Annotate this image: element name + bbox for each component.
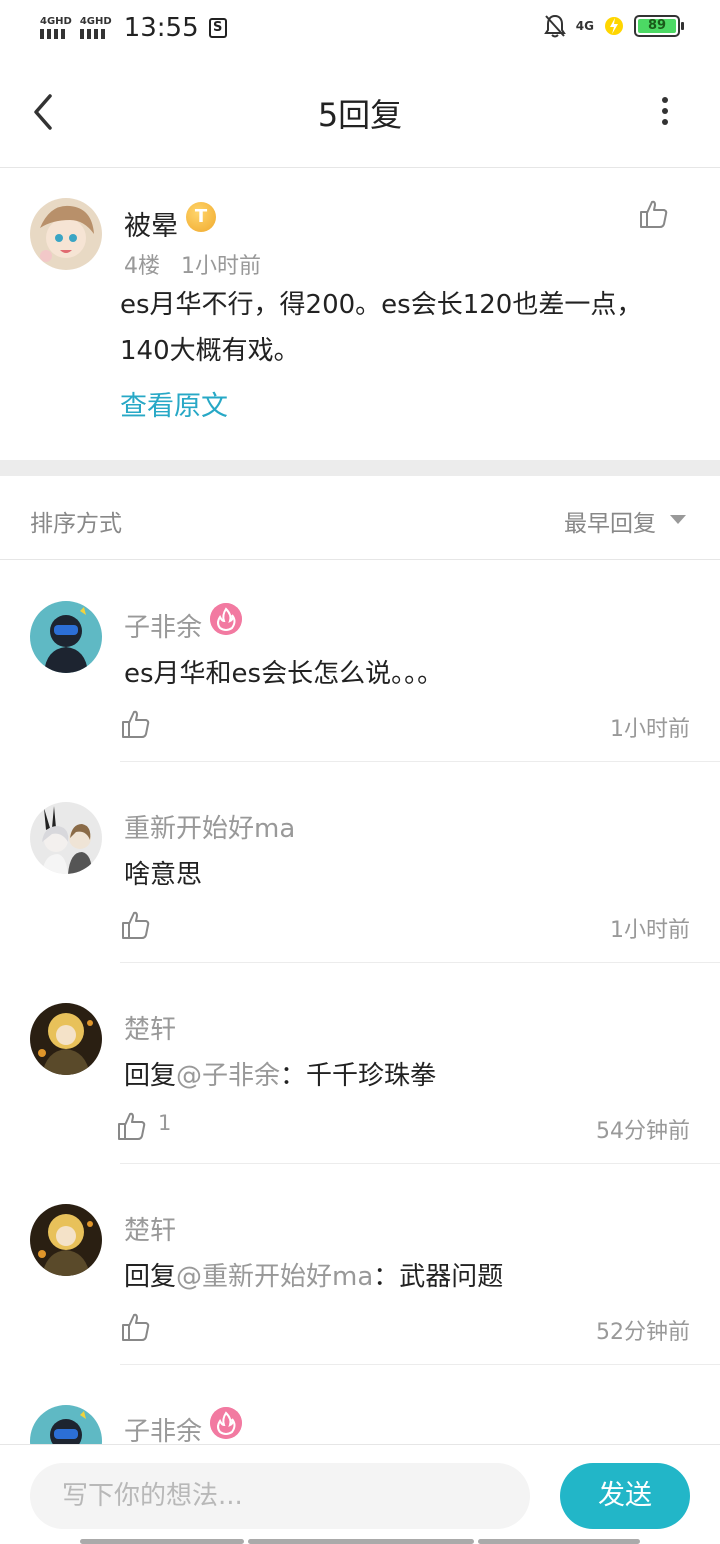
more-options-icon[interactable] [650, 96, 680, 126]
reply-author-name[interactable]: 楚轩 [124, 1009, 176, 1046]
battery-icon: 89 [634, 15, 684, 37]
post-author-name[interactable]: 被晕 [124, 204, 178, 243]
reply-author-name[interactable]: 重新开始好ma [124, 808, 295, 845]
mention-link[interactable]: @子非余 [176, 1061, 280, 1091]
charging-icon [605, 17, 623, 35]
reply-author-name[interactable]: 子非余 [124, 607, 202, 644]
network-type: 4G [575, 19, 594, 33]
post-content: es月华不行，得200。es会长120也差一点，140大概有戏。 [120, 290, 643, 366]
post-floor: 4楼 [124, 254, 160, 279]
reply-item: 楚轩 回复@重新开始好ma：武器问题 52分钟前 [0, 1164, 720, 1365]
thumbs-up-icon[interactable] [120, 1312, 152, 1342]
main-post: 被晕 T 4楼 1小时前 es月华不行，得200。es会长120也差一点，140… [0, 168, 720, 460]
reply-time: 54分钟前 [596, 1119, 690, 1144]
section-divider [0, 460, 720, 476]
reply-item: 重新开始好ma 啥意思 1小时前 [0, 762, 720, 963]
reply-prefix: 回复 [124, 1262, 177, 1292]
reply-time: 52分钟前 [596, 1320, 690, 1345]
reply-content: es月华和es会长怎么说。。。 [124, 659, 444, 689]
thumbs-up-icon[interactable] [638, 198, 670, 230]
reply-author-name[interactable]: 子非余 [124, 1411, 202, 1444]
reply-body: ：武器问题 [373, 1262, 504, 1292]
page-title: 5回复 [317, 96, 403, 134]
reply-author-name[interactable]: 楚轩 [124, 1210, 176, 1247]
reply-item: 子非余 es月华和es会长怎么说。。。 1小时前 [0, 561, 720, 762]
level-badge-icon: T [186, 202, 216, 232]
like-count: 1 [158, 1111, 172, 1135]
sort-dropdown[interactable]: 最早回复 [564, 504, 656, 538]
reply-body: ：千千珍珠拳 [280, 1061, 437, 1091]
status-time: 13:55 [123, 13, 199, 43]
reply-time: 1小时前 [610, 918, 690, 943]
reply-item: 子非余 [0, 1365, 720, 1444]
sort-label: 排序方式 [30, 511, 122, 537]
flame-badge-icon [210, 1407, 242, 1439]
avatar[interactable] [30, 198, 102, 270]
battery-level: 89 [638, 19, 676, 33]
avatar[interactable] [30, 601, 102, 673]
post-time: 1小时前 [180, 254, 261, 279]
reply-item: 楚轩 回复@子非余：千千珍珠拳 1 54分钟前 [0, 963, 720, 1164]
thumbs-up-icon[interactable] [120, 709, 152, 739]
reply-content: 回复@重新开始好ma：武器问题 [124, 1256, 503, 1293]
reply-prefix: 回复 [124, 1061, 177, 1091]
send-button[interactable]: 发送 [560, 1463, 690, 1529]
thumbs-up-icon[interactable] [120, 910, 152, 940]
nav-indicator [478, 1539, 640, 1544]
s-badge-icon: S [208, 18, 227, 38]
status-bar: 4GHD 4GHD 13:55 S 4G 89 [0, 0, 720, 56]
signal-icon: 4GHD [40, 17, 72, 39]
nav-indicator [248, 1539, 474, 1544]
caret-down-icon[interactable] [670, 515, 686, 524]
avatar[interactable] [30, 802, 102, 874]
thumbs-up-icon[interactable] [116, 1111, 148, 1141]
reply-time: 1小时前 [610, 717, 690, 742]
post-meta: 4楼 1小时前 [124, 248, 261, 280]
bell-off-icon [543, 14, 566, 38]
flame-badge-icon [210, 603, 242, 635]
comment-input-bar: 写下你的想法... 发送 [0, 1444, 720, 1544]
mention-link[interactable]: @重新开始好ma [176, 1262, 373, 1292]
reply-content: 啥意思 [124, 860, 203, 890]
view-original-link[interactable]: 查看原文 [120, 384, 228, 423]
signal-icon: 4GHD [79, 17, 112, 39]
top-app-bar: 5回复 [0, 56, 720, 168]
avatar[interactable] [30, 1204, 102, 1276]
reply-content: 回复@子非余：千千珍珠拳 [124, 1055, 436, 1092]
nav-indicator [80, 1539, 244, 1544]
comment-input[interactable]: 写下你的想法... [30, 1463, 530, 1529]
avatar[interactable] [30, 1405, 102, 1444]
avatar[interactable] [30, 1003, 102, 1075]
sort-bar: 排序方式 最早回复 [0, 476, 720, 560]
